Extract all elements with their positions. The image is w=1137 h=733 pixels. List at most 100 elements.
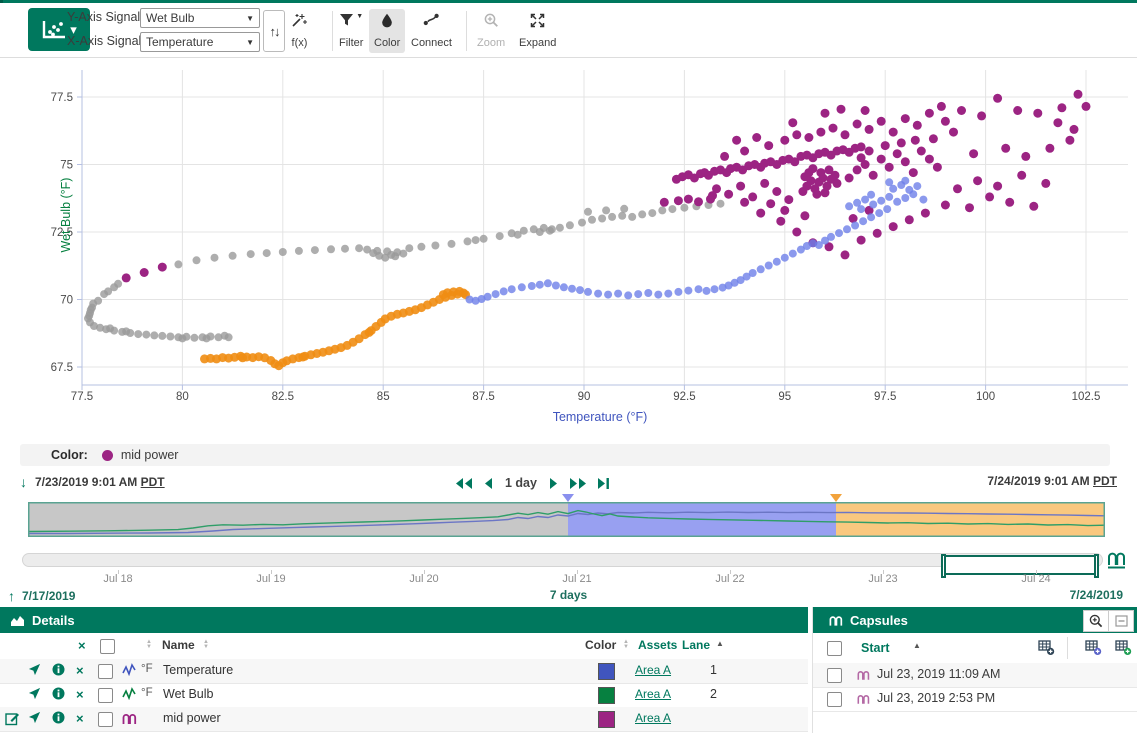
svg-text:97.5: 97.5 — [874, 391, 896, 403]
start-column-header[interactable]: Start — [861, 641, 889, 655]
remove-icon[interactable]: × — [76, 664, 84, 677]
investigate-end-date[interactable]: 7/24/2019 — [1070, 588, 1123, 602]
unit-label: °F — [141, 663, 153, 675]
remove-icon[interactable]: × — [76, 688, 84, 701]
remove-icon[interactable]: × — [76, 712, 84, 725]
fx-button[interactable]: f(x) — [286, 9, 313, 53]
sort-icon[interactable]: ▲▼ — [623, 640, 629, 650]
sort-icon[interactable]: ▲▼ — [203, 640, 209, 650]
row-checkbox[interactable] — [98, 688, 113, 703]
y-axis-title: Wet Bulb (°F) — [59, 155, 73, 275]
edit-icon[interactable] — [5, 711, 20, 729]
magnifier-plus-icon — [1089, 614, 1103, 628]
y-axis-signal-label: Y-Axis Signal: — [67, 10, 144, 24]
range-end-text[interactable]: 7/24/2019 9:01 AM PDT — [987, 474, 1117, 488]
lane-value: 1 — [710, 663, 717, 677]
svg-text:87.5: 87.5 — [472, 391, 494, 403]
day-label: Jul 21 — [562, 573, 591, 585]
row-checkbox[interactable] — [98, 712, 113, 727]
color-column-header[interactable]: Color — [585, 638, 616, 652]
sort-icon[interactable]: ▲▼ — [146, 640, 152, 650]
asset-link[interactable]: Area A — [635, 663, 671, 677]
x-axis-signal-label: X-Axis Signal: — [67, 34, 145, 48]
scatter-chart[interactable]: 77.58082.58587.59092.59597.5100102.567.5… — [0, 58, 1137, 444]
capsule-checkbox[interactable] — [827, 692, 842, 707]
color-legend-bar: Color: mid power — [20, 444, 1110, 466]
asset-link[interactable]: Area A — [635, 687, 671, 701]
capsules-panel-title: Capsules — [850, 613, 908, 628]
capsule-icon — [857, 668, 870, 684]
lane-column-header[interactable]: Lane — [682, 638, 710, 652]
color-swatch[interactable] — [598, 711, 615, 728]
legend-color-dot — [102, 450, 113, 461]
select-all-checkbox[interactable] — [100, 639, 115, 654]
x-axis-signal-select[interactable]: Temperature ▼ — [140, 32, 260, 52]
add-signal-column-button[interactable] — [1085, 640, 1102, 659]
info-icon[interactable] — [52, 711, 65, 727]
navigate-icon[interactable] — [28, 711, 41, 727]
step-to-end-icon[interactable] — [597, 477, 610, 490]
step-back-full-icon[interactable] — [455, 477, 473, 490]
details-row-wet-bulb[interactable]: × °F Wet Bulb Area A 2 — [0, 683, 808, 708]
capsules-collapse-button[interactable] — [1108, 610, 1134, 632]
expand-button[interactable]: Expand — [514, 9, 561, 53]
item-name: mid power — [163, 711, 221, 725]
svg-text:67.5: 67.5 — [51, 362, 73, 374]
assets-column-header[interactable]: Assets — [638, 638, 677, 652]
trend-timeline-strip[interactable] — [28, 494, 1105, 540]
capsule-row[interactable]: Jul 23, 2019 2:53 PM — [813, 687, 1137, 712]
asset-link[interactable]: Area A — [635, 711, 671, 725]
toolbar: ▾ Y-Axis Signal: Wet Bulb ▼ X-Axis Signa… — [0, 3, 1137, 58]
timezone-link[interactable]: PDT — [141, 475, 165, 489]
details-row-mid-power[interactable]: × mid power Area A — [0, 707, 808, 732]
add-column-button[interactable] — [1038, 640, 1055, 659]
color-button[interactable]: Color — [369, 9, 405, 53]
y-axis-signal-select[interactable]: Wet Bulb ▼ — [140, 8, 260, 28]
x-axis-signal-value: Temperature — [146, 35, 213, 49]
navigate-icon[interactable] — [28, 687, 41, 703]
range-start-arrow-icon[interactable]: ↓ — [20, 474, 27, 490]
filter-button[interactable]: ▼ Filter — [334, 9, 368, 53]
row-checkbox[interactable] — [98, 664, 113, 679]
y-axis-signal-value: Wet Bulb — [146, 11, 194, 25]
step-forward-half-icon[interactable] — [549, 477, 559, 490]
add-condition-column-button[interactable] — [1115, 640, 1132, 659]
sort-ascending-icon[interactable]: ▲ — [716, 639, 724, 648]
range-start-text[interactable]: 7/23/2019 9:01 AM PDT — [35, 475, 165, 489]
step-duration-label[interactable]: 1 day — [505, 476, 537, 490]
info-icon[interactable] — [52, 687, 65, 703]
capsules-zoom-button[interactable] — [1083, 610, 1109, 632]
capsule-time-toggle-icon[interactable] — [1107, 550, 1127, 572]
select-all-capsules-checkbox[interactable] — [827, 641, 842, 656]
step-forward-full-icon[interactable] — [569, 477, 587, 490]
scatter-plot-icon — [41, 20, 66, 40]
connect-button[interactable]: Connect — [406, 9, 457, 53]
timezone-link[interactable]: PDT — [1093, 474, 1117, 488]
capsule-row[interactable]: Jul 23, 2019 11:09 AM — [813, 663, 1137, 688]
color-droplet-icon — [380, 13, 394, 28]
day-label: Jul 19 — [256, 573, 285, 585]
investigate-duration-label[interactable]: 7 days — [550, 588, 587, 602]
select-caret-icon: ▼ — [246, 38, 254, 47]
swap-axes-button[interactable]: ↑↓ — [263, 10, 285, 52]
zoom-button[interactable]: Zoom — [472, 9, 510, 53]
svg-text:80: 80 — [176, 391, 189, 403]
timeline-canvas[interactable] — [28, 494, 1105, 540]
scatter-plot-canvas[interactable]: 77.58082.58587.59092.59597.5100102.567.5… — [0, 58, 1137, 444]
minus-square-icon — [1115, 615, 1128, 627]
sort-ascending-icon[interactable]: ▲ — [913, 641, 921, 650]
capsule-checkbox[interactable] — [827, 668, 842, 683]
svg-text:100: 100 — [976, 391, 995, 403]
expand-arrows-icon — [530, 13, 545, 28]
color-swatch[interactable] — [598, 663, 615, 680]
display-range-row: ↓ 7/23/2019 9:01 AM PDT 1 day 7/24/2019 … — [0, 470, 1137, 496]
details-row-temperature[interactable]: × °F Temperature Area A 1 — [0, 659, 808, 684]
color-swatch[interactable] — [598, 687, 615, 704]
info-icon[interactable] — [52, 663, 65, 679]
navigate-icon[interactable] — [28, 663, 41, 679]
remove-all-icon[interactable]: × — [78, 639, 86, 652]
name-column-header[interactable]: Name — [162, 638, 195, 652]
time-scrollbar-track[interactable] — [22, 553, 1103, 567]
signal-icon — [122, 663, 137, 679]
step-back-half-icon[interactable] — [483, 477, 493, 490]
